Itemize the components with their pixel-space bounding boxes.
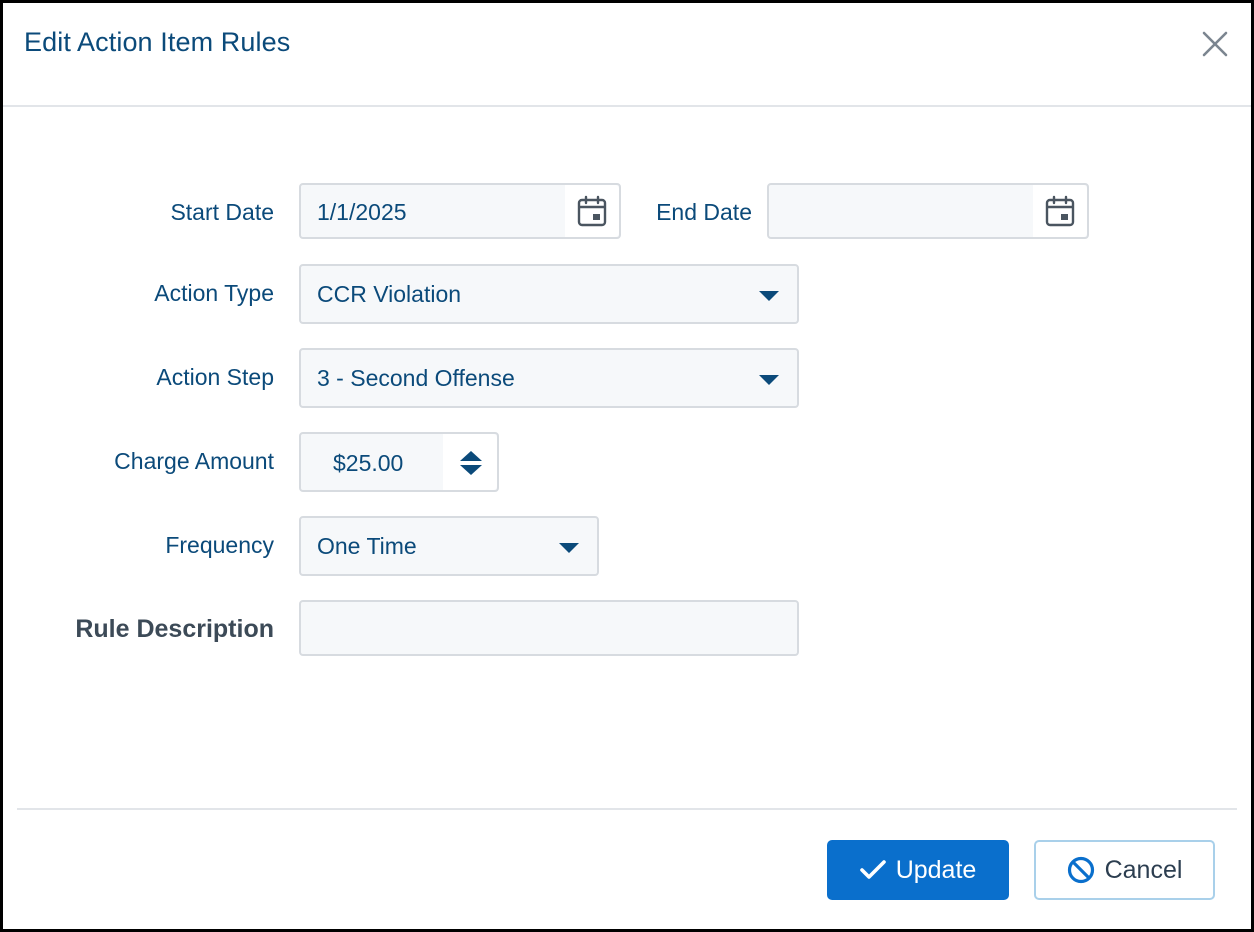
start-date-label: Start Date [170,199,274,225]
rule-description-input[interactable] [299,600,799,656]
close-icon [1202,31,1228,57]
action-step-value: 3 - Second Offense [317,365,515,391]
calendar-icon [1045,195,1075,227]
chevron-down-icon[interactable] [559,543,579,553]
action-type-select[interactable]: CCR Violation [299,264,799,324]
chevron-down-icon[interactable] [759,375,779,385]
charge-amount-label: Charge Amount [114,448,274,474]
ban-icon [1067,856,1094,884]
update-button[interactable]: Update [827,840,1009,900]
spin-down-icon[interactable] [460,465,482,475]
charge-amount-spinner[interactable] [443,434,497,490]
footer-divider [17,808,1237,810]
chevron-down-icon[interactable] [759,291,779,301]
cancel-button[interactable]: Cancel [1034,840,1215,900]
spin-up-icon[interactable] [460,451,482,461]
action-type-label: Action Type [154,280,274,306]
action-step-label: Action Step [156,364,274,390]
dialog-header: Edit Action Item Rules [3,3,1251,107]
close-button[interactable] [1199,27,1231,61]
action-step-select[interactable]: 3 - Second Offense [299,348,799,408]
cancel-button-label: Cancel [1104,855,1183,884]
end-date-field[interactable] [767,183,1089,239]
update-button-label: Update [895,855,977,884]
checkmark-icon [859,860,886,879]
edit-action-item-rules-dialog: Edit Action Item Rules Start Date 1/1/20… [0,0,1254,932]
charge-amount-stepper[interactable]: $25.00 [299,432,499,492]
frequency-label: Frequency [165,532,274,558]
charge-amount-value: $25.00 [333,450,404,476]
dialog-title: Edit Action Item Rules [24,27,291,57]
start-date-value: 1/1/2025 [317,199,407,225]
end-date-calendar-button[interactable] [1033,185,1087,237]
rule-description-label: Rule Description [75,615,274,643]
frequency-value: One Time [317,533,417,559]
end-date-label: End Date [656,199,752,225]
action-type-value: CCR Violation [317,281,462,307]
frequency-select[interactable]: One Time [299,516,599,576]
